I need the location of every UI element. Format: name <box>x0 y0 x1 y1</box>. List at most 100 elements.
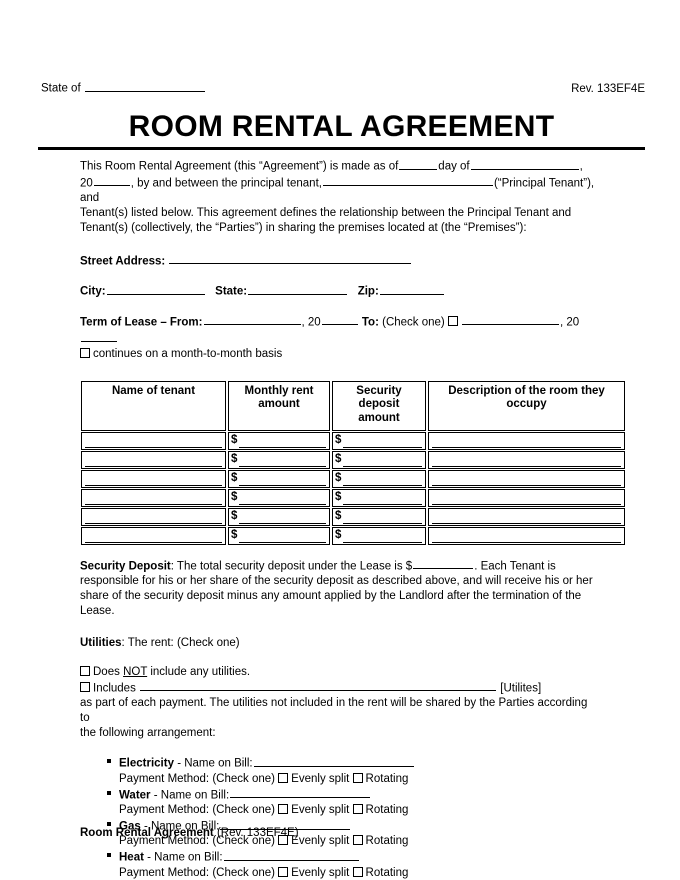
rotating-checkbox[interactable] <box>352 866 363 877</box>
utilities-includes-input[interactable] <box>140 680 497 692</box>
zip-input[interactable] <box>379 283 444 295</box>
column-header-deposit-line1: Security deposit <box>356 384 402 411</box>
utilities-not-text-a: Does <box>93 665 120 678</box>
utility-name: Water <box>119 789 151 802</box>
security-deposit-amount-input[interactable] <box>413 558 474 570</box>
utilities-heading-rest: : The rent: (Check one) <box>121 636 240 649</box>
state-input[interactable] <box>248 283 348 295</box>
cell-room-description[interactable] <box>428 526 625 545</box>
currency-symbol: $ <box>231 490 238 503</box>
currency-symbol: $ <box>335 528 342 541</box>
rotating-label: Rotating <box>365 866 409 879</box>
cell-tenant-name[interactable] <box>81 526 226 545</box>
column-header-description-line2: occupy <box>506 398 547 411</box>
currency-symbol: $ <box>231 452 238 465</box>
cell-security-deposit[interactable]: $ <box>332 488 426 507</box>
intro-year-blank[interactable] <box>93 175 130 187</box>
currency-symbol: $ <box>335 471 342 484</box>
month-to-month-row: continues on a month-to-month basis <box>80 347 598 362</box>
cell-room-description[interactable] <box>428 507 625 526</box>
cell-monthly-rent[interactable]: $ <box>228 526 330 545</box>
term-of-lease-row: Term of Lease – From: , 20 To: (Check one… <box>80 314 598 347</box>
cell-monthly-rent[interactable]: $ <box>228 450 330 469</box>
cell-tenant-name[interactable] <box>81 507 226 526</box>
evenly-split-checkbox[interactable] <box>278 772 289 783</box>
cell-security-deposit[interactable]: $ <box>332 431 426 450</box>
column-header-rent-line1: Monthly rent <box>244 384 314 397</box>
intro-day-blank[interactable] <box>399 158 438 170</box>
cell-monthly-rent[interactable]: $ <box>228 488 330 507</box>
rotating-checkbox[interactable] <box>352 835 363 846</box>
month-to-month-checkbox[interactable] <box>80 347 90 358</box>
evenly-split-checkbox[interactable] <box>278 866 289 877</box>
city-label: City: <box>80 285 106 298</box>
currency-symbol: $ <box>231 528 238 541</box>
column-header-name-line1: Name of tenant <box>111 384 196 397</box>
state-of-blank[interactable] <box>84 80 205 92</box>
cell-tenant-name[interactable] <box>81 431 226 450</box>
cell-security-deposit[interactable]: $ <box>332 450 426 469</box>
intro-paragraph: This Room Rental Agreement (this “Agreem… <box>80 158 598 236</box>
term-to-year-prefix: , 20 <box>559 316 580 329</box>
utilities-bullet-list: Electricity - Name on Bill: Payment Metho… <box>80 755 598 880</box>
name-on-bill-input[interactable] <box>253 755 414 767</box>
security-deposit-line-4: Lease. <box>80 604 115 617</box>
payment-method-row: Payment Method: (Check one) Evenly split… <box>119 772 598 787</box>
name-on-bill-label: - Name on Bill: <box>177 757 253 770</box>
principal-tenant-blank[interactable] <box>322 175 493 187</box>
intro-text-b: day of <box>438 160 470 173</box>
utilities-not-included-checkbox[interactable] <box>80 665 90 676</box>
name-on-bill-input[interactable] <box>230 787 371 799</box>
utility-item: Electricity - Name on Bill: Payment Metho… <box>80 755 598 786</box>
title-divider <box>38 146 645 150</box>
column-header-description: Description of the room they occupy <box>428 380 625 431</box>
name-on-bill-label: - Name on Bill: <box>153 789 230 802</box>
cell-monthly-rent[interactable]: $ <box>228 431 330 450</box>
term-to-year-input[interactable] <box>81 330 117 342</box>
city-input[interactable] <box>106 283 205 295</box>
cell-room-description[interactable] <box>428 431 625 450</box>
term-to-input[interactable] <box>461 314 559 326</box>
cell-room-description[interactable] <box>428 469 625 488</box>
cell-monthly-rent[interactable]: $ <box>228 507 330 526</box>
intro-month-blank[interactable] <box>470 158 579 170</box>
street-address-input[interactable] <box>169 253 412 265</box>
column-header-name: Name of tenant <box>81 380 226 431</box>
intro-text-c: , by and between the principal tenant, <box>130 177 322 190</box>
utilities-includes-checkbox[interactable] <box>80 682 90 693</box>
term-end-date-checkbox[interactable] <box>447 316 458 327</box>
cell-tenant-name[interactable] <box>81 450 226 469</box>
cell-room-description[interactable] <box>428 450 625 469</box>
intro-line-1: This Room Rental Agreement (this “Agreem… <box>80 158 598 175</box>
utilities-option-includes: Includes [Utilites] <box>80 680 598 697</box>
cell-security-deposit[interactable]: $ <box>332 469 426 488</box>
utility-item: Heat - Name on Bill: Payment Method: (Che… <box>80 849 598 880</box>
utility-name-row: Heat - Name on Bill: <box>119 849 598 866</box>
cell-tenant-name[interactable] <box>81 488 226 507</box>
cell-room-description[interactable] <box>428 488 625 507</box>
cell-security-deposit[interactable]: $ <box>332 507 426 526</box>
state-of-label: State of <box>41 82 81 95</box>
name-on-bill-input[interactable] <box>223 849 359 861</box>
security-deposit-text-b: . Each Tenant is <box>474 560 556 573</box>
page-title: ROOM RENTAL AGREEMENT <box>128 110 555 143</box>
cell-security-deposit[interactable]: $ <box>332 526 426 545</box>
security-deposit-section: Security Deposit: The total security dep… <box>80 558 598 619</box>
cell-monthly-rent[interactable]: $ <box>228 469 330 488</box>
term-from-year-input[interactable] <box>321 314 358 326</box>
street-address-label: Street Address: <box>80 255 166 268</box>
rotating-label: Rotating <box>365 835 409 848</box>
utilities-section: Utilities: The rent: (Check one) Does NO… <box>80 636 598 880</box>
city-state-zip-row: City: State: Zip: <box>80 283 598 300</box>
utilities-heading: Utilities <box>80 636 122 649</box>
bullet-icon <box>107 853 111 858</box>
zip-label: Zip: <box>357 285 379 298</box>
payment-method-label: Payment Method: (Check one) <box>119 804 275 817</box>
term-from-input[interactable] <box>203 314 301 326</box>
cell-tenant-name[interactable] <box>81 469 226 488</box>
column-header-rent: Monthly rent amount <box>228 380 330 431</box>
rotating-checkbox[interactable] <box>352 772 363 783</box>
intro-year-prefix: 20 <box>80 177 93 190</box>
rotating-checkbox[interactable] <box>352 804 363 815</box>
evenly-split-checkbox[interactable] <box>278 804 289 815</box>
